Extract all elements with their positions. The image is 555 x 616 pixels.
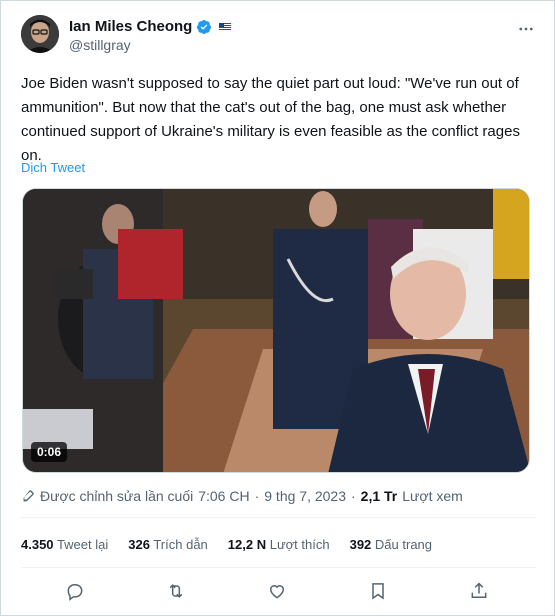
reply-icon[interactable] [64,580,86,602]
flag-icon [219,22,232,31]
views-label: Lượt xem [402,488,463,504]
like-icon[interactable] [266,580,288,602]
tweet-header: Ian Miles Cheong @stillgray [21,15,536,55]
views-count: 2,1 Tr [360,488,398,504]
bookmarks-stat[interactable]: 392 Dấu trang [350,537,432,552]
engagement-stats: 4.350 Tweet lại 326 Trích dẫn 12,2 N Lượ… [21,537,432,552]
video-player[interactable]: 0:06 [22,188,530,473]
author-name-row: Ian Miles Cheong [69,18,232,35]
quotes-label: Trích dẫn [153,537,208,552]
quotes-count: 326 [128,537,150,552]
meta-separator: · [254,488,260,504]
video-frame [23,189,529,472]
bookmark-icon[interactable] [367,580,389,602]
edited-label[interactable]: Được chỉnh sửa lần cuối [40,488,193,504]
likes-label: Lượt thích [269,537,330,552]
retweet-icon[interactable] [165,580,187,602]
retweets-count: 4.350 [21,537,54,552]
translate-tweet-link[interactable]: Dịch Tweet [21,160,85,175]
action-bar [21,576,536,604]
share-icon[interactable] [468,580,490,602]
author-name[interactable]: Ian Miles Cheong [69,18,192,35]
author-handle[interactable]: @stillgray [69,37,131,53]
avatar[interactable] [21,15,59,53]
tweet-meta: Được chỉnh sửa lần cuối 7:06 CH · 9 thg … [21,488,463,504]
retweets-stat[interactable]: 4.350 Tweet lại [21,537,108,552]
meta-separator: · [351,488,356,504]
verified-badge-icon [197,19,212,34]
quotes-stat[interactable]: 326 Trích dẫn [128,537,208,552]
likes-stat[interactable]: 12,2 N Lượt thích [228,537,330,552]
divider [21,517,536,518]
tweet-time[interactable]: 7:06 CH [198,488,249,504]
more-options-icon[interactable] [516,19,536,39]
tweet-card: Ian Miles Cheong @stillgray Joe Biden wa… [0,0,555,616]
likes-count: 12,2 N [227,537,267,552]
bookmarks-label: Dấu trang [374,537,433,552]
bookmarks-count: 392 [349,537,372,552]
tweet-date[interactable]: 9 thg 7, 2023 [264,488,346,504]
pencil-icon [23,490,34,502]
retweets-label: Tweet lại [56,537,109,552]
video-duration: 0:06 [31,442,68,462]
tweet-text: Joe Biden wasn't supposed to say the qui… [21,75,520,164]
divider [21,567,536,568]
